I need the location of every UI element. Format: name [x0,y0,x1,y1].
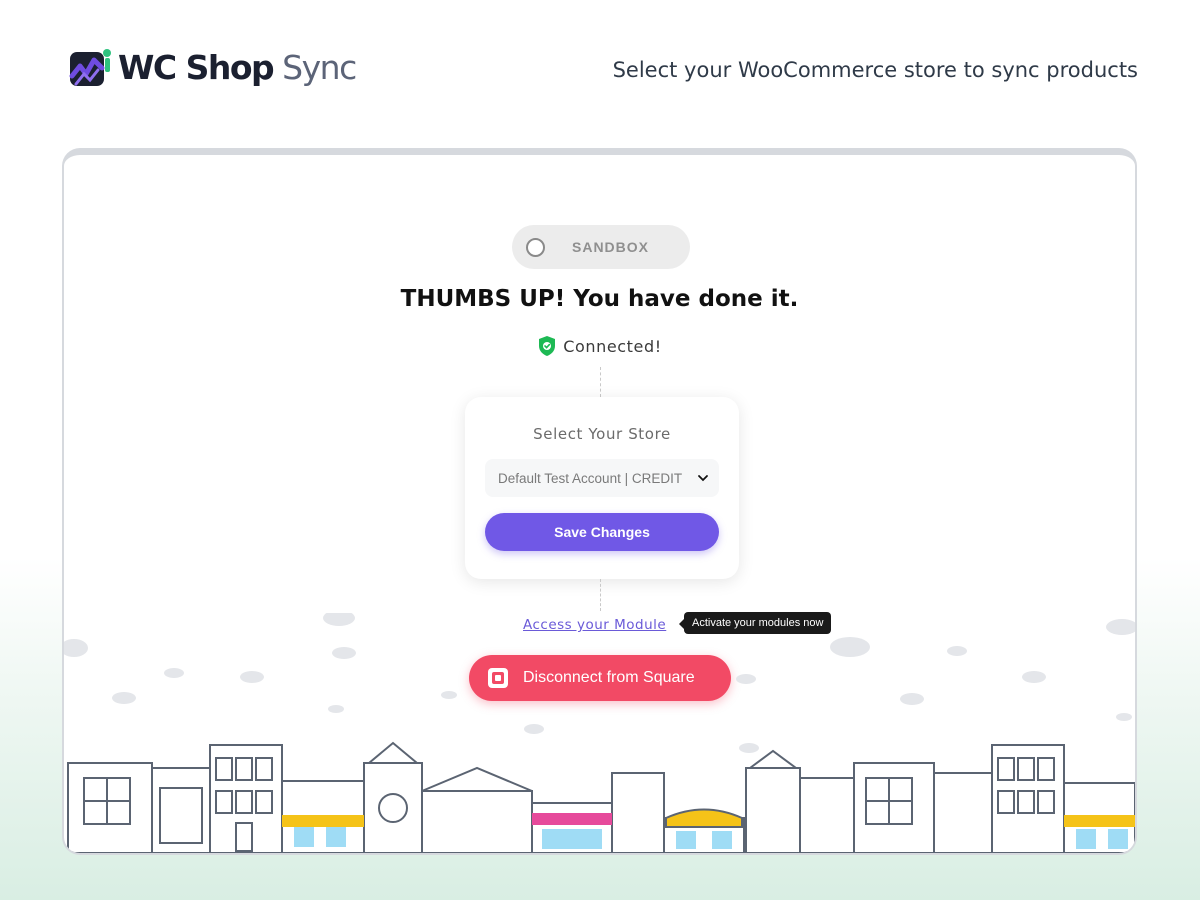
success-headline: THUMBS UP! You have done it. [400,286,799,312]
store-selector-title: Select Your Store [533,425,671,443]
sandbox-label: SANDBOX [572,239,650,255]
chevron-down-icon [698,475,708,482]
page-tagline: Select your WooCommerce store to sync pr… [612,58,1138,82]
brand-logo: WC Shop Sync [68,46,357,90]
connector-line-bottom [600,579,601,611]
brand-name-primary: WC Shop [118,48,275,87]
store-select-value: Default Test Account | CREDIT [498,470,683,486]
store-selector-panel: Select Your Store Default Test Account |… [465,397,739,579]
shield-check-icon [539,336,556,356]
store-select[interactable]: Default Test Account | CREDIT [485,459,719,497]
logo-mark-icon [69,49,111,86]
connection-card: SANDBOX THUMBS UP! You have done it. Con… [62,148,1137,855]
sandbox-toggle[interactable]: SANDBOX [512,225,690,269]
city-skyline-illustration [64,613,1135,853]
top-header: WC Shop Sync Select your WooCommerce sto… [0,0,1200,140]
sandbox-radio[interactable] [526,237,545,257]
connected-label: Connected! [563,336,662,356]
save-changes-button[interactable]: Save Changes [485,513,719,551]
brand-name-secondary: Sync [282,48,357,87]
connector-line-top [600,367,601,397]
connection-status: Connected! [64,335,1135,357]
